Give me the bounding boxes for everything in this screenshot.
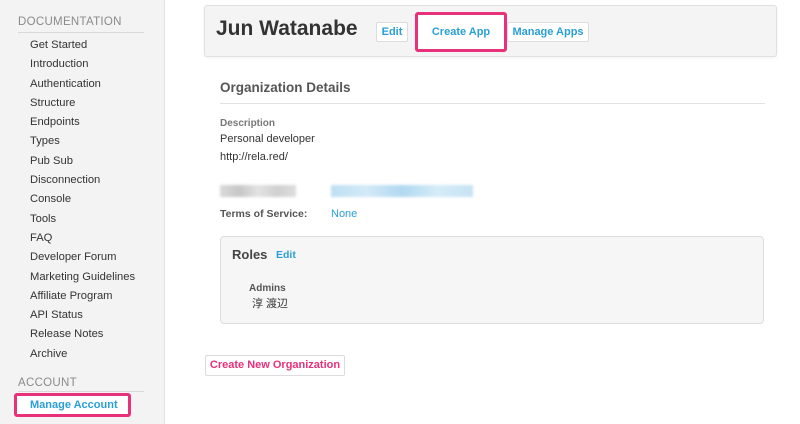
sidebar-item-archive[interactable]: Archive (30, 345, 135, 364)
sidebar-item-faq[interactable]: FAQ (30, 229, 135, 248)
sidebar-item-affiliate-program[interactable]: Affiliate Program (30, 287, 135, 306)
terms-of-service-label: Terms of Service: (220, 208, 308, 220)
sidebar-divider-account (18, 391, 144, 392)
manage-account-link[interactable]: Manage Account (14, 393, 131, 417)
roles-edit-link[interactable]: Edit (276, 249, 296, 261)
create-app-button[interactable]: Create App (415, 12, 507, 52)
sidebar-item-pub-sub[interactable]: Pub Sub (30, 152, 135, 171)
page-header: Jun Watanabe Edit Create App Manage Apps (204, 5, 777, 57)
sidebar-item-types[interactable]: Types (30, 132, 135, 151)
sidebar-item-release-notes[interactable]: Release Notes (30, 325, 135, 344)
sidebar-item-structure[interactable]: Structure (30, 94, 135, 113)
description-label: Description (220, 118, 276, 129)
admins-label: Admins (249, 283, 286, 294)
sidebar-item-api-status[interactable]: API Status (30, 306, 135, 325)
sidebar-item-get-started[interactable]: Get Started (30, 36, 135, 55)
sidebar: DOCUMENTATION Get Started Introduction A… (0, 0, 165, 424)
sidebar-item-developer-forum[interactable]: Developer Forum (30, 248, 135, 267)
admin-name: 淳 渡辺 (252, 298, 289, 310)
sidebar-item-authentication[interactable]: Authentication (30, 75, 135, 94)
description-line: Personal developer (220, 133, 315, 145)
documentation-heading: DOCUMENTATION (18, 16, 122, 28)
sidebar-item-disconnection[interactable]: Disconnection (30, 171, 135, 190)
manage-apps-button[interactable]: Manage Apps (507, 22, 589, 42)
terms-of-service-link[interactable]: None (331, 208, 357, 220)
description-url: http://rela.red/ (220, 151, 288, 163)
sidebar-item-endpoints[interactable]: Endpoints (30, 113, 135, 132)
sidebar-item-introduction[interactable]: Introduction (30, 55, 135, 74)
redacted-label (220, 185, 296, 197)
sidebar-item-console[interactable]: Console (30, 190, 135, 209)
create-new-organization-button[interactable]: Create New Organization (205, 355, 345, 376)
redacted-value (331, 185, 473, 197)
sidebar-item-marketing-guidelines[interactable]: Marketing Guidelines (30, 268, 135, 287)
roles-panel: Roles Edit Admins 淳 渡辺 (220, 236, 764, 324)
sidebar-item-tools[interactable]: Tools (30, 210, 135, 229)
sidebar-divider (18, 32, 144, 33)
account-heading: ACCOUNT (18, 377, 77, 389)
documentation-nav: Get Started Introduction Authentication … (30, 36, 135, 364)
roles-title: Roles (232, 247, 268, 262)
page-title: Jun Watanabe (216, 17, 358, 40)
organization-details-title: Organization Details (220, 80, 351, 95)
edit-button[interactable]: Edit (376, 22, 408, 42)
section-divider (220, 103, 765, 104)
